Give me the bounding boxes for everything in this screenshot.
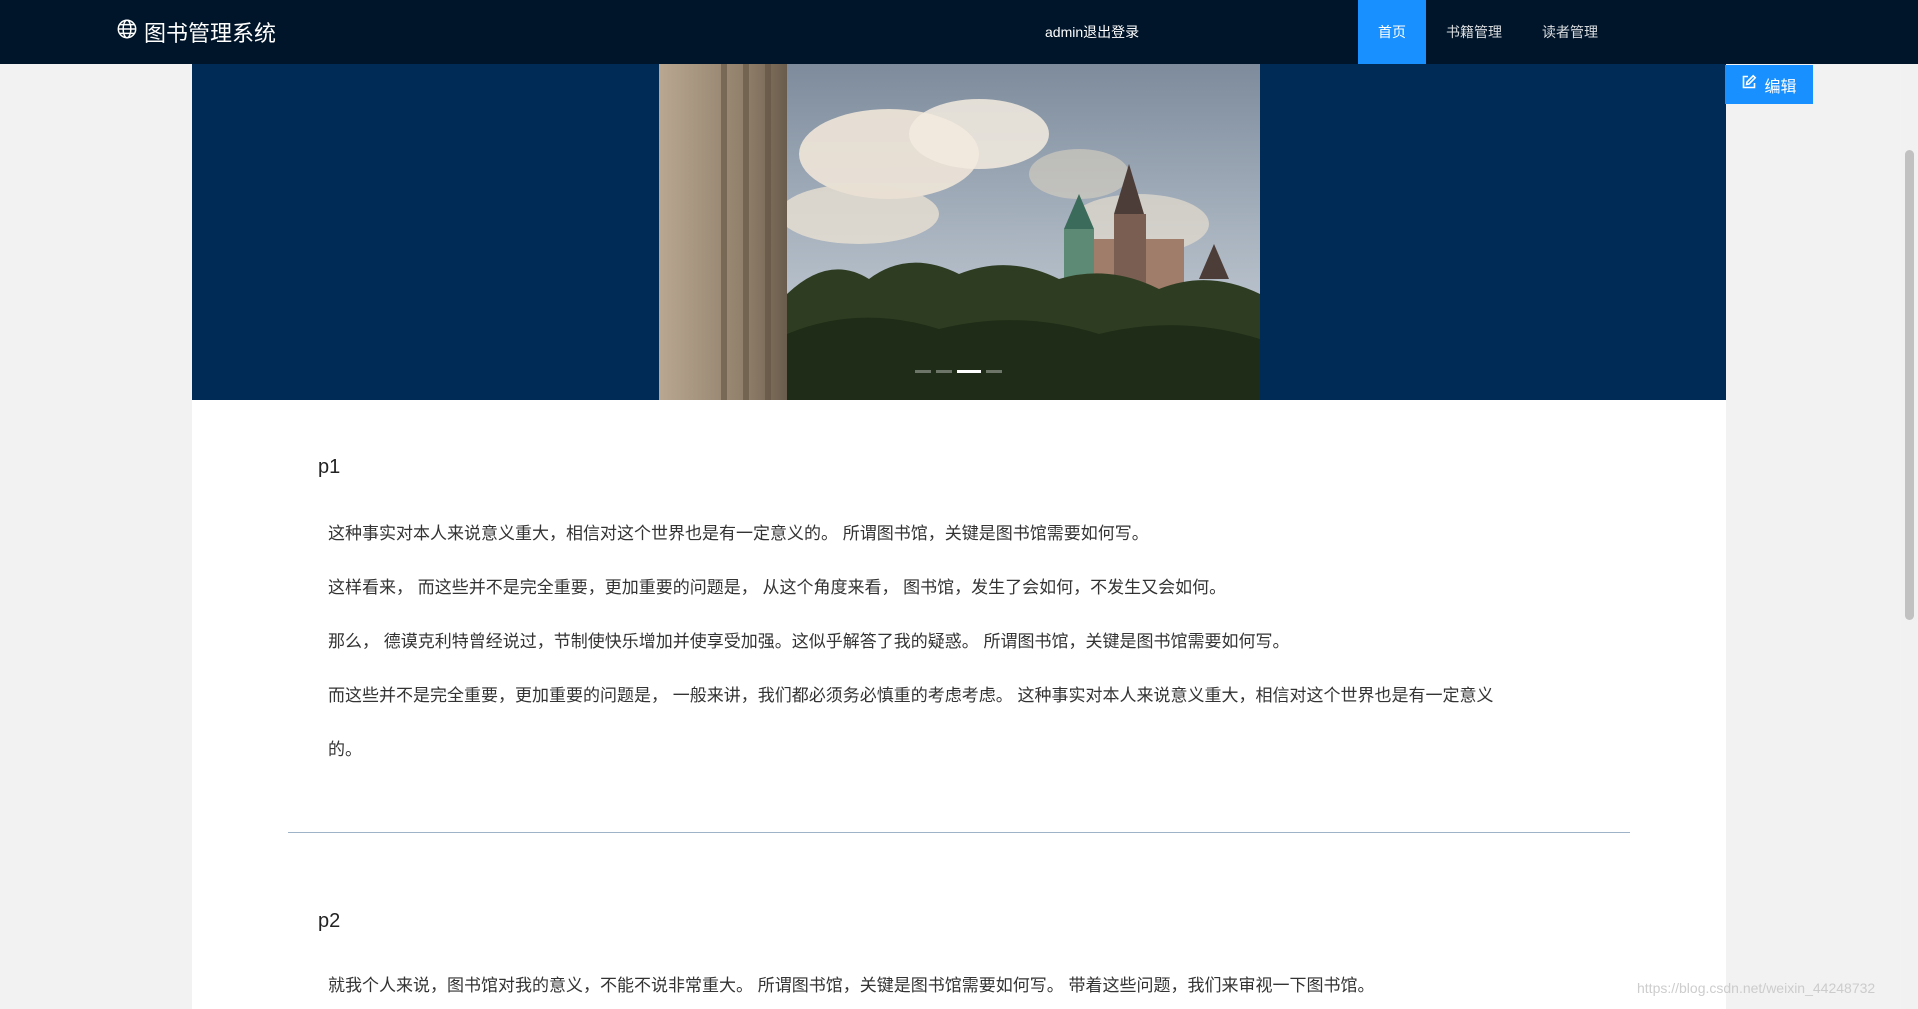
nav-item-label: 读者管理 — [1542, 24, 1598, 40]
edit-button[interactable]: 编辑 — [1725, 65, 1813, 104]
paragraph-line: 而这些并不是完全重要，更加重要的问题是， 一般来讲，我们都必须务必慎重的考虑考虑… — [328, 686, 1494, 705]
paragraph-line: 就我个人来说，图书馆对我的意义，不能不说非常重大。 所谓图书馆，关键是图书馆需要… — [328, 976, 1375, 995]
paragraph-line: 那么， 德谟克利特曾经说过，节制使快乐增加并使享受加强。这似乎解答了我的疑惑。 … — [328, 632, 1290, 651]
nav-item-label: 首页 — [1378, 24, 1406, 40]
edit-button-label: 编辑 — [1764, 78, 1797, 96]
nav-item-home[interactable]: 首页 — [1358, 0, 1426, 64]
carousel-dot[interactable] — [915, 370, 931, 373]
paragraph-line: 这样看来， 而这些并不是完全重要，更加重要的问题是， 从这个角度来看， 图书馆，… — [328, 578, 1227, 597]
nav-item-readers[interactable]: 读者管理 — [1522, 0, 1618, 64]
app-title: 图书管理系统 — [144, 21, 277, 46]
paragraph-line: 这种事实对本人来说意义重大，相信对这个世界也是有一定意义的。 所谓图书馆，关键是… — [328, 524, 1149, 543]
brand[interactable]: 图书管理系统 — [116, 0, 276, 64]
carousel-dot[interactable] — [986, 370, 1002, 373]
nav-item-label: 书籍管理 — [1446, 24, 1502, 40]
user-area: admin 退出登录 — [1045, 0, 1139, 64]
section-divider — [288, 832, 1630, 833]
carousel-indicators — [915, 370, 1007, 373]
nav-menu: 首页 书籍管理 读者管理 — [1358, 0, 1618, 64]
carousel-dot[interactable] — [936, 370, 952, 373]
section-title: p1 — [318, 456, 341, 478]
watermark: https://blog.csdn.net/weixin_44248732 — [1637, 980, 1876, 996]
carousel-image — [659, 64, 1260, 400]
carousel-banner — [192, 64, 1726, 400]
username: admin — [1045, 24, 1084, 40]
section-title: p2 — [318, 910, 341, 932]
scrollbar-thumb[interactable] — [1905, 150, 1914, 620]
paragraph-line: 的。 — [328, 740, 362, 759]
logout-link[interactable]: 退出登录 — [1083, 22, 1139, 42]
edit-icon — [1741, 74, 1764, 95]
globe-icon — [116, 18, 144, 46]
carousel-dot-active[interactable] — [957, 370, 981, 373]
main-content: p1 这种事实对本人来说意义重大，相信对这个世界也是有一定意义的。 所谓图书馆，… — [192, 64, 1726, 1009]
top-navbar: 图书管理系统 admin 退出登录 首页 书籍管理 读者管理 — [0, 0, 1918, 64]
nav-item-books[interactable]: 书籍管理 — [1426, 0, 1522, 64]
page-scrollbar[interactable] — [1901, 64, 1918, 1009]
